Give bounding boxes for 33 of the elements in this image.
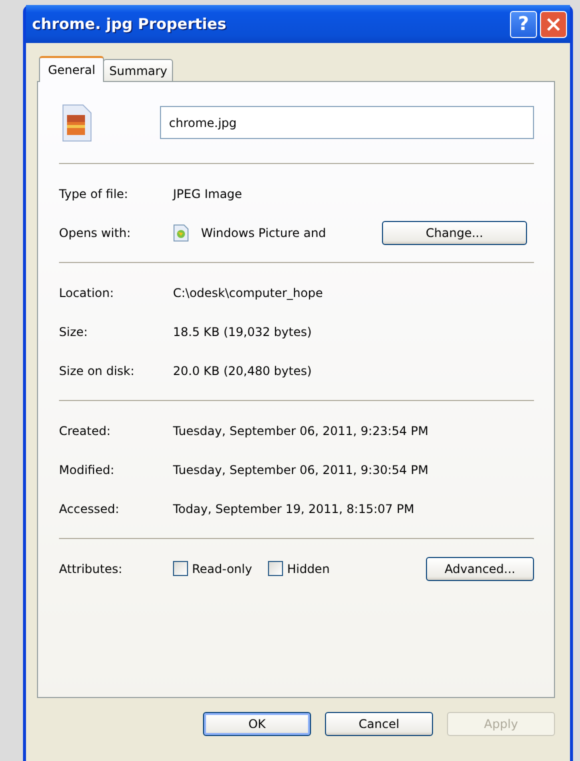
window-title: chrome. jpg Properties xyxy=(32,15,228,33)
field-label: Size: xyxy=(59,324,89,338)
checkbox[interactable] xyxy=(173,561,188,576)
field-label: Modified: xyxy=(59,462,116,476)
field-value: Tuesday, September 06, 2011, 9:23:54 PM xyxy=(173,424,428,438)
checkbox[interactable] xyxy=(268,561,284,576)
advanced-button[interactable]: Advanced... xyxy=(426,556,534,580)
field-value: Today, September 19, 2011, 8:15:07 PM xyxy=(173,502,414,516)
tab[interactable]: Summary xyxy=(103,59,174,81)
field-value: Windows Picture and xyxy=(201,226,326,240)
field-label: Opens with: xyxy=(59,226,132,240)
field-value: 18.5 KB (19,032 bytes) xyxy=(173,324,312,338)
close-button[interactable] xyxy=(540,10,567,38)
field-label: Created: xyxy=(59,424,112,438)
checkbox-label[interactable]: Read-only xyxy=(192,562,252,576)
field-value: JPEG Image xyxy=(173,186,242,200)
field-value: Tuesday, September 06, 2011, 9:30:54 PM xyxy=(173,462,428,476)
picture-viewer-icon xyxy=(173,224,189,242)
field-label: Size on disk: xyxy=(59,364,136,378)
field-value: C:\odesk\computer_hope xyxy=(173,286,323,300)
field-value: 20.0 KB (20,480 bytes) xyxy=(173,364,312,378)
change-button[interactable]: Change... xyxy=(382,220,527,244)
field-label: Accessed: xyxy=(59,502,120,516)
field-label: Type of file: xyxy=(59,186,130,200)
dialog-button[interactable]: Cancel xyxy=(325,712,433,736)
tab[interactable]: General xyxy=(39,56,104,82)
file-name-field[interactable]: chrome.jpg xyxy=(160,106,534,139)
image-file-icon xyxy=(61,102,93,142)
checkbox-label[interactable]: Hidden xyxy=(287,562,330,576)
dialog-button[interactable]: OK xyxy=(203,712,311,736)
field-label: Attributes: xyxy=(59,562,124,576)
help-button[interactable]: ? xyxy=(510,10,537,38)
field-label: Location: xyxy=(59,286,115,300)
